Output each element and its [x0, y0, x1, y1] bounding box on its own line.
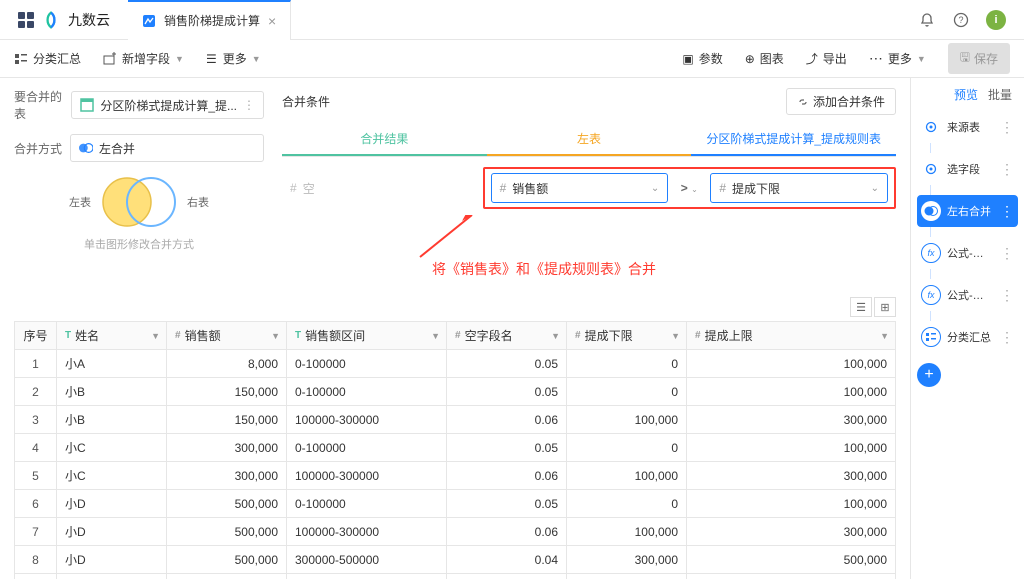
link-icon: [797, 96, 809, 108]
column-header-idx[interactable]: 序号: [15, 322, 57, 350]
view-grid-icon[interactable]: ⊞: [874, 297, 896, 317]
step-more-icon[interactable]: ⋮: [1000, 161, 1014, 178]
column-header-empty[interactable]: #空字段名▼: [447, 322, 567, 350]
step-icon: [921, 327, 941, 347]
add-field-icon: [103, 52, 117, 66]
tab-result[interactable]: 合并结果: [282, 123, 487, 156]
step-icon: [921, 159, 941, 179]
params-button[interactable]: ▣参数: [682, 50, 722, 67]
step-4[interactable]: fx公式-区间提成...⋮: [917, 279, 1018, 311]
right-field-select[interactable]: # 提成下限 ⌄: [710, 173, 888, 203]
tab-right-table[interactable]: 分区阶梯式提成计算_提成规则表: [691, 123, 896, 156]
save-button[interactable]: 🖫保存: [948, 43, 1010, 74]
side-tab-preview[interactable]: 预览: [954, 86, 978, 103]
side-tab-batch[interactable]: 批量: [988, 86, 1012, 103]
step-more-icon[interactable]: ⋮: [1000, 119, 1014, 136]
step-5[interactable]: 分类汇总⋮: [917, 321, 1018, 353]
hash-icon: #: [500, 181, 507, 195]
step-2[interactable]: 左右合并⋮: [917, 195, 1018, 227]
column-header-amount[interactable]: #销售额▼: [167, 322, 287, 350]
venn-hint: 单击图形修改合并方式: [14, 236, 264, 252]
export-icon: ⤴: [806, 50, 818, 67]
step-icon: [921, 117, 941, 137]
column-header-range[interactable]: T销售额区间▼: [287, 322, 447, 350]
merge-cond-title: 合并条件: [282, 93, 330, 110]
table-row[interactable]: 2小B150,0000-1000000.050100,000: [15, 378, 896, 406]
step-icon: fx: [921, 285, 941, 305]
merge-mode-select[interactable]: 左合并: [70, 134, 264, 162]
step-1[interactable]: 选字段⋮: [917, 153, 1018, 185]
column-header-upper[interactable]: #提成上限▼: [687, 322, 896, 350]
step-0[interactable]: 来源表⋮: [917, 111, 1018, 143]
step-icon: fx: [921, 243, 941, 263]
table-row[interactable]: 8小D500,000300000-5000000.04300,000500,00…: [15, 546, 896, 574]
step-3[interactable]: fx公式-区间销...⋮: [917, 237, 1018, 269]
operator-select[interactable]: > ⌄: [674, 181, 704, 195]
step-more-icon[interactable]: ⋮: [1000, 203, 1014, 220]
avatar[interactable]: i: [986, 10, 1006, 30]
more-button-2[interactable]: ⋯更多▼: [869, 50, 926, 67]
merge-mode-label: 合并方式: [14, 140, 62, 157]
classify-icon: [14, 52, 28, 66]
step-more-icon[interactable]: ⋮: [1000, 245, 1014, 262]
table-row[interactable]: 9小E600,0000-1000000.050100,000: [15, 574, 896, 579]
apps-icon[interactable]: [18, 12, 34, 28]
chart-icon: ⊕: [745, 52, 755, 66]
view-list-icon[interactable]: ☰: [850, 297, 872, 317]
params-icon: ▣: [682, 52, 693, 66]
svg-text:?: ?: [958, 15, 963, 25]
table-row[interactable]: 6小D500,0000-1000000.050100,000: [15, 490, 896, 518]
chevron-down-icon: ⌄: [871, 183, 879, 194]
merge-table-select[interactable]: 分区阶梯式提成计算_提... ⋮: [71, 91, 264, 119]
tab-current[interactable]: 销售阶梯提成计算 ×: [128, 0, 291, 40]
more-button-1[interactable]: ☰更多▼: [206, 50, 261, 67]
table-row[interactable]: 7小D500,000100000-3000000.06100,000300,00…: [15, 518, 896, 546]
table-row[interactable]: 3小B150,000100000-3000000.06100,000300,00…: [15, 406, 896, 434]
column-header-name[interactable]: T姓名▼: [57, 322, 167, 350]
hash-icon: #: [719, 181, 726, 195]
column-header-lower[interactable]: #提成下限▼: [567, 322, 687, 350]
analysis-icon: [142, 14, 156, 28]
step-icon: [921, 201, 941, 221]
table-row[interactable]: 1小A8,0000-1000000.050100,000: [15, 350, 896, 378]
brand-logo: [40, 9, 62, 31]
merge-table-label: 要合并的表: [14, 88, 63, 122]
step-more-icon[interactable]: ⋮: [1000, 287, 1014, 304]
table-row[interactable]: 4小C300,0000-1000000.050100,000: [15, 434, 896, 462]
left-field-select[interactable]: # 销售额 ⌄: [491, 173, 669, 203]
brand-name: 九数云: [68, 10, 110, 30]
venn-diagram[interactable]: 左表 右表: [14, 174, 264, 230]
add-field-button[interactable]: 新增字段▼: [103, 50, 184, 67]
help-icon[interactable]: ?: [952, 11, 970, 29]
hash-icon: #: [290, 181, 297, 195]
tab-left-table[interactable]: 左表: [487, 123, 692, 156]
annotation-arrow: [412, 215, 482, 265]
bell-icon[interactable]: [918, 11, 936, 29]
grid-icon: [80, 98, 94, 112]
close-icon[interactable]: ×: [268, 13, 276, 29]
add-step-button[interactable]: +: [917, 363, 941, 387]
table-row[interactable]: 5小C300,000100000-3000000.06100,000300,00…: [15, 462, 896, 490]
chart-button[interactable]: ⊕图表: [745, 50, 784, 67]
add-condition-button[interactable]: 添加合并条件: [786, 88, 896, 115]
data-table: 序号T姓名▼#销售额▼T销售额区间▼#空字段名▼#提成下限▼#提成上限▼ 1小A…: [14, 321, 896, 579]
classify-button[interactable]: 分类汇总: [14, 50, 81, 67]
venn-small-icon: [79, 141, 93, 155]
save-icon: 🖫: [960, 48, 970, 69]
export-button[interactable]: ⤴导出: [806, 50, 847, 67]
chevron-down-icon: ⌄: [651, 183, 659, 194]
step-more-icon[interactable]: ⋮: [1000, 329, 1014, 346]
annotation-text: 将《销售表》和《提成规则表》合并: [432, 259, 656, 279]
